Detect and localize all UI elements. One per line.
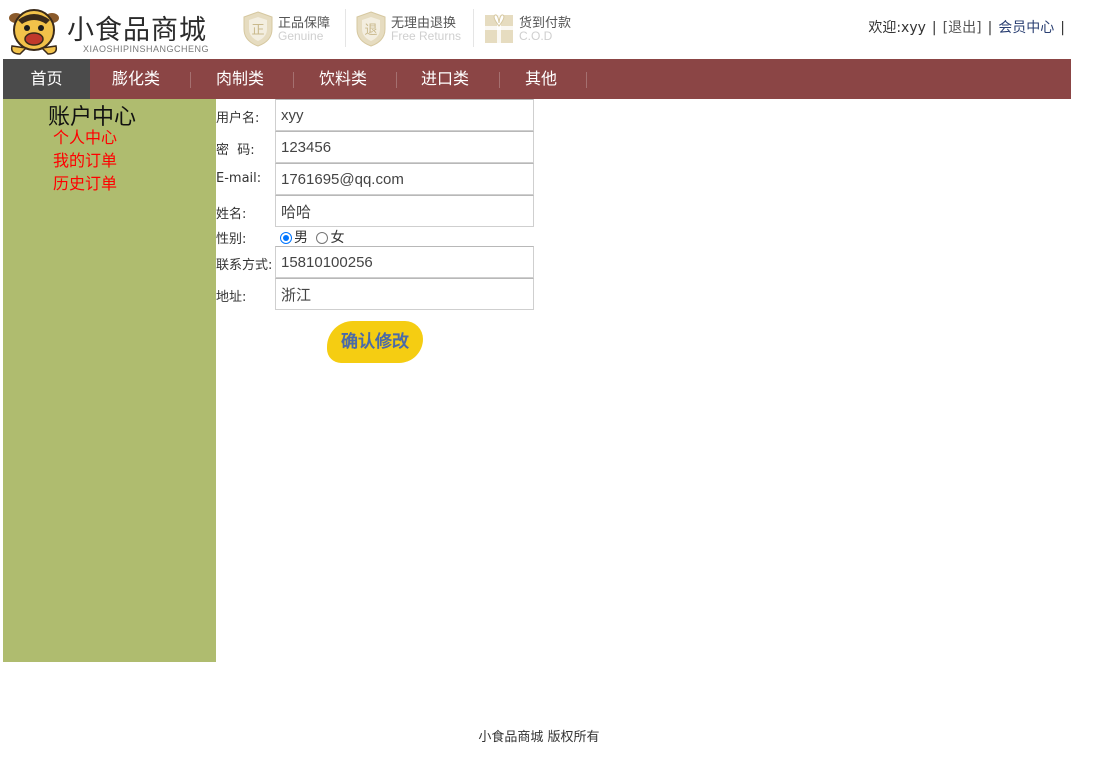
gender-radio-group: 男 女 — [280, 227, 344, 247]
gender-male-label: 男 — [294, 230, 308, 246]
promise-returns: 退 无理由退换 Free Returns — [355, 9, 467, 49]
sidebar-item-order-history[interactable]: 历史订单 — [53, 170, 117, 194]
profile-form: 用户名: 密 码: E-mail: 姓名: 性别: 男 女 联系方式: 地址: … — [216, 99, 546, 399]
nav-divider — [586, 72, 587, 88]
user-bar-separator: | — [931, 20, 937, 36]
promise-returns-subtitle: Free Returns — [391, 29, 462, 43]
site-header: 小食品商城 XIAOSHIPINSHANGCHENG 正 正品保障 Genuin… — [0, 0, 1114, 59]
header-divider — [473, 9, 474, 47]
member-center-link[interactable]: 会员中心 — [998, 20, 1054, 36]
email-label: E-mail: — [216, 171, 262, 186]
nav-item-other[interactable]: 其他 — [525, 59, 557, 99]
nav-item-drinks[interactable]: 饮料类 — [319, 59, 367, 99]
sidebar-item-profile[interactable]: 个人中心 — [53, 124, 117, 148]
gender-male-radio[interactable] — [280, 232, 292, 244]
name-field[interactable] — [275, 195, 534, 227]
nav-item-puffed[interactable]: 膨化类 — [112, 59, 160, 99]
user-bar-separator: | — [1060, 20, 1065, 36]
logout-link[interactable]: [退出] — [943, 20, 982, 36]
svg-text:退: 退 — [364, 23, 377, 38]
nav-divider — [396, 72, 397, 88]
promise-cod: 货到付款 C.O.D — [483, 9, 583, 49]
user-bar: 欢迎:xyy | [退出] | 会员中心 | — [868, 17, 1071, 37]
nav-item-home[interactable]: 首页 — [3, 59, 90, 99]
sidebar-item-orders[interactable]: 我的订单 — [53, 147, 117, 171]
nav-item-imported[interactable]: 进口类 — [421, 59, 469, 99]
gender-female-radio[interactable] — [316, 232, 329, 244]
nav-divider — [499, 72, 500, 88]
welcome-text: 欢迎:xyy — [868, 20, 926, 36]
main-nav: 首页 膨化类 肉制类 饮料类 进口类 其他 — [3, 59, 1071, 99]
name-label: 姓名: — [216, 207, 247, 222]
header-divider — [345, 9, 346, 47]
username-field[interactable] — [275, 99, 534, 131]
footer-copyright: 小食品商城 版权所有 — [478, 730, 600, 745]
gift-icon — [483, 11, 515, 49]
account-sidebar: 账户中心 个人中心 我的订单 历史订单 — [3, 99, 216, 662]
phone-field[interactable] — [275, 246, 534, 278]
address-label: 地址: — [216, 290, 247, 305]
brand-subtitle: XIAOSHIPINSHANGCHENG — [83, 44, 210, 54]
svg-text:正: 正 — [251, 23, 264, 38]
nav-divider — [293, 72, 294, 88]
brand-name: 小食品商城 — [67, 15, 207, 46]
nav-item-meat[interactable]: 肉制类 — [216, 59, 264, 99]
email-field[interactable] — [275, 163, 534, 195]
username-label: 用户名: — [216, 111, 260, 126]
phone-label: 联系方式: — [216, 258, 273, 273]
address-field[interactable] — [275, 278, 534, 310]
mascot-logo-icon[interactable] — [6, 6, 62, 56]
gender-label: 性别: — [216, 232, 247, 247]
return-shield-icon: 退 — [355, 11, 387, 51]
promise-genuine: 正 正品保障 Genuine — [242, 9, 342, 49]
genuine-shield-icon: 正 — [242, 11, 274, 51]
password-label: 密 码: — [216, 143, 255, 158]
password-field[interactable] — [275, 131, 534, 163]
promise-genuine-subtitle: Genuine — [278, 29, 324, 43]
gender-female-label: 女 — [330, 230, 345, 246]
user-bar-separator: | — [987, 20, 993, 36]
confirm-edit-button[interactable]: 确认修改 — [327, 321, 423, 363]
promise-cod-subtitle: C.O.D — [519, 29, 553, 43]
nav-divider — [190, 72, 191, 88]
